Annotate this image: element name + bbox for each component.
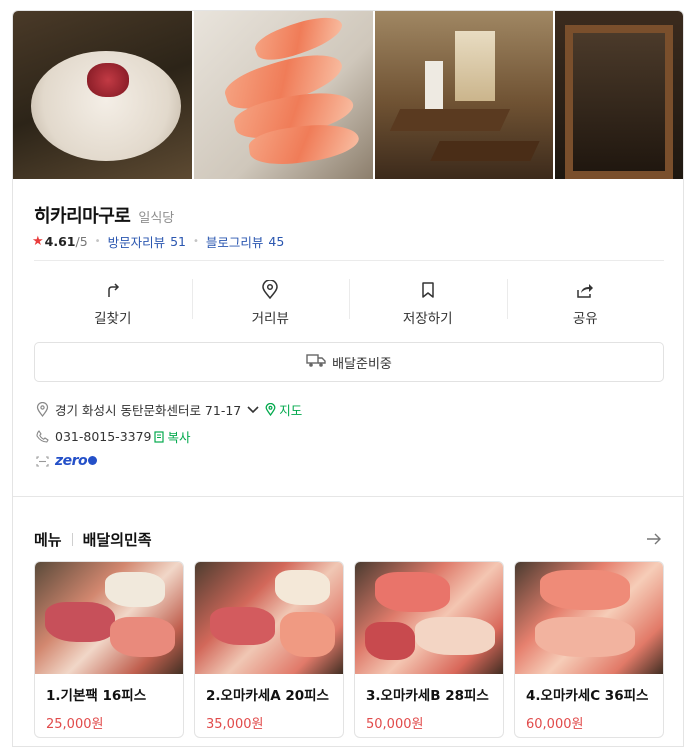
chevron-down-icon[interactable] bbox=[247, 405, 259, 414]
menu-item-price: 35,000원 bbox=[206, 717, 264, 732]
barcode-icon bbox=[34, 453, 50, 469]
entrance-door bbox=[565, 25, 673, 179]
directions-button[interactable]: 길찾기 bbox=[34, 273, 192, 333]
rating-row: ★ 4.61 /5 • 방문자리뷰 51 • 블로그리뷰 45 bbox=[32, 232, 284, 251]
dining-table bbox=[389, 109, 511, 131]
phone-icon bbox=[34, 429, 50, 445]
bookmark-icon bbox=[417, 279, 439, 301]
zero-pay-row: zero bbox=[34, 453, 98, 469]
menu-section-title: 메뉴 bbox=[34, 531, 62, 549]
menu-item[interactable]: 3.오마카세B 28피스 50,000원 bbox=[354, 561, 504, 738]
menu-item-name: 1.기본팩 16피스 bbox=[46, 688, 147, 704]
street-view-button[interactable]: 거리뷰 bbox=[191, 273, 350, 333]
title-row: 히카리마구로 일식당 bbox=[34, 202, 174, 228]
menu-item-image bbox=[195, 562, 343, 674]
zero-pay-badge bbox=[88, 455, 98, 465]
menu-item[interactable]: 4.오마카세C 36피스 60,000원 bbox=[514, 561, 664, 738]
menu-item-name: 3.오마카세B 28피스 bbox=[366, 688, 489, 704]
action-bar: 길찾기 거리뷰 저장하기 공유 bbox=[34, 273, 664, 333]
menu-item-price: 50,000원 bbox=[366, 717, 424, 732]
copy-label: 복사 bbox=[167, 430, 191, 445]
photo-tuna-tartare[interactable] bbox=[13, 11, 192, 179]
map-pin-icon bbox=[265, 403, 276, 416]
fish-slice bbox=[365, 622, 415, 660]
zero-pay-logo: zero bbox=[55, 453, 88, 469]
blog-review-link[interactable]: 블로그리뷰 bbox=[206, 232, 264, 251]
menu-section-source: 배달의민족 bbox=[82, 531, 152, 549]
menu-list: 1.기본팩 16피스 25,000원 2.오마카세A 20피스 35,000원 … bbox=[34, 561, 664, 738]
photo-salmon[interactable] bbox=[194, 11, 373, 179]
star-icon: ★ bbox=[32, 234, 44, 249]
fish-slice bbox=[275, 570, 330, 605]
copy-phone-button[interactable]: 복사 bbox=[153, 427, 191, 446]
menu-item[interactable]: 1.기본팩 16피스 25,000원 bbox=[34, 561, 184, 738]
arrow-right-icon[interactable] bbox=[644, 529, 664, 549]
fish-slice bbox=[280, 612, 335, 657]
photo-interior[interactable] bbox=[375, 11, 553, 179]
copy-icon bbox=[153, 430, 165, 443]
share-button[interactable]: 공유 bbox=[506, 273, 665, 333]
menu-item-name: 4.오마카세C 36피스 bbox=[526, 688, 649, 704]
blog-review-count[interactable]: 45 bbox=[268, 234, 284, 249]
map-link[interactable]: 지도 bbox=[265, 400, 302, 419]
address-text: 경기 화성시 동탄문화센터로 71-17 bbox=[55, 403, 242, 418]
place-name: 히카리마구로 bbox=[34, 206, 131, 227]
section-divider bbox=[13, 496, 683, 497]
location-pin-icon bbox=[34, 402, 50, 418]
wall-painting bbox=[455, 31, 495, 101]
place-category: 일식당 bbox=[138, 211, 175, 226]
delivery-status-button[interactable]: 배달준비중 bbox=[34, 342, 664, 382]
place-card: 히카리마구로 일식당 ★ 4.61 /5 • 방문자리뷰 51 • 블로그리뷰 … bbox=[12, 10, 684, 747]
fish-slice bbox=[535, 617, 635, 657]
header-divider bbox=[71, 533, 73, 546]
photo-entrance[interactable] bbox=[555, 11, 683, 179]
divider bbox=[34, 260, 664, 261]
share-label: 공유 bbox=[572, 311, 598, 327]
rating-value: 4.61 bbox=[44, 234, 76, 249]
fish-slice bbox=[375, 572, 450, 612]
dining-table bbox=[430, 141, 540, 161]
share-icon bbox=[574, 279, 596, 301]
menu-item-image bbox=[35, 562, 183, 674]
fish-slice bbox=[210, 607, 275, 645]
fish-slice bbox=[540, 570, 630, 610]
delivery-label: 배달준비중 bbox=[332, 356, 392, 372]
fish-slice bbox=[110, 617, 175, 657]
menu-item-image bbox=[515, 562, 663, 674]
menu-item-price: 25,000원 bbox=[46, 717, 104, 732]
delivery-truck-icon bbox=[306, 352, 326, 372]
rating-total: /5 bbox=[75, 234, 88, 249]
separator-dot: • bbox=[94, 236, 101, 247]
phone-number[interactable]: 031-8015-3379 bbox=[55, 429, 152, 444]
directions-label: 길찾기 bbox=[94, 311, 132, 327]
fish-slice bbox=[105, 572, 165, 607]
menu-item[interactable]: 2.오마카세A 20피스 35,000원 bbox=[194, 561, 344, 738]
tuna-shape bbox=[87, 63, 129, 97]
street-view-label: 거리뷰 bbox=[251, 311, 289, 327]
fish-slice bbox=[415, 617, 495, 655]
save-label: 저장하기 bbox=[402, 311, 453, 327]
menu-item-image bbox=[355, 562, 503, 674]
separator-dot: • bbox=[193, 236, 199, 247]
photo-strip[interactable] bbox=[13, 11, 683, 179]
visitor-review-link[interactable]: 방문자리뷰 bbox=[108, 232, 166, 251]
fish-slice bbox=[45, 602, 115, 642]
save-button[interactable]: 저장하기 bbox=[349, 273, 507, 333]
visitor-review-count[interactable]: 51 bbox=[170, 234, 186, 249]
map-link-label: 지도 bbox=[279, 403, 303, 418]
location-pin-icon bbox=[259, 279, 281, 301]
directions-icon bbox=[102, 279, 124, 301]
menu-item-price: 60,000원 bbox=[526, 717, 584, 732]
menu-section-header: 메뉴 배달의민족 bbox=[34, 529, 152, 550]
address-row: 경기 화성시 동탄문화센터로 71-17 지도 bbox=[34, 400, 302, 419]
menu-item-name: 2.오마카세A 20피스 bbox=[206, 688, 329, 704]
phone-row: 031-8015-3379 복사 bbox=[34, 427, 191, 446]
